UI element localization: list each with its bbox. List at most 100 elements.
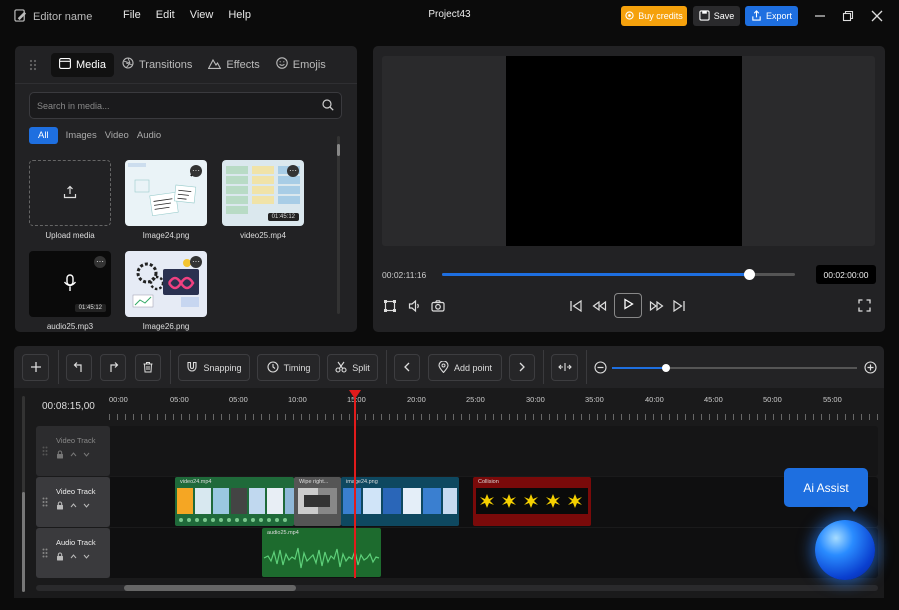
split-button[interactable]: Split xyxy=(327,354,378,381)
ai-assist-bubble[interactable]: Ai Assist xyxy=(784,468,868,507)
playhead-knob[interactable] xyxy=(744,269,756,280)
filter-video[interactable]: Video xyxy=(105,127,129,144)
drag-handle-icon[interactable] xyxy=(42,548,48,561)
chevron-left-icon xyxy=(402,362,412,374)
timing-button[interactable]: Timing xyxy=(257,354,320,381)
fast-forward-icon[interactable] xyxy=(649,299,664,313)
restore-icon[interactable] xyxy=(840,8,856,24)
tab-emojis-label: Emojis xyxy=(292,58,326,71)
track-name: Video Track xyxy=(56,436,96,445)
prev-point-button[interactable] xyxy=(394,354,420,381)
minimize-icon[interactable] xyxy=(812,8,828,24)
media-thumbnail: ··· 01:45:12 xyxy=(29,251,111,317)
media-item-video25[interactable]: ··· 01:45:12 video25.mp4 xyxy=(222,160,304,240)
timeline-area: 00:08:15,00 00:00 05:00 05:00 10:00 15:0… xyxy=(14,388,884,598)
media-item-image26[interactable]: ··· Image26.png xyxy=(125,251,207,331)
skip-forward-icon[interactable] xyxy=(672,299,686,313)
upload-dropzone[interactable] xyxy=(29,160,111,226)
clip-audio25[interactable]: audio25.mp4 xyxy=(262,528,381,577)
next-point-button[interactable] xyxy=(509,354,535,381)
zoom-slider[interactable] xyxy=(612,364,857,372)
aperture-icon xyxy=(122,57,134,72)
chevron-up-icon[interactable] xyxy=(70,554,77,561)
tab-transitions-label: Transitions xyxy=(138,58,193,71)
filter-audio[interactable]: Audio xyxy=(137,127,161,144)
chevron-down-icon[interactable] xyxy=(83,452,90,459)
skip-back-icon[interactable] xyxy=(569,299,583,313)
buy-credits-label: Buy credits xyxy=(638,11,683,21)
zoom-out-icon[interactable] xyxy=(594,361,607,374)
undo-button[interactable] xyxy=(66,354,92,381)
tab-media[interactable]: Media xyxy=(51,52,114,77)
rewind-icon[interactable] xyxy=(592,299,607,313)
more-options-icon[interactable]: ··· xyxy=(94,256,106,268)
chevron-up-icon[interactable] xyxy=(70,503,77,510)
ruler-tick-label: 10:00 xyxy=(288,395,307,404)
playback-progress-bar[interactable] xyxy=(442,269,795,280)
filter-all[interactable]: All xyxy=(29,127,58,144)
timeline-ruler[interactable]: 00:00 05:00 05:00 10:00 15:00 20:00 25:0… xyxy=(109,388,884,423)
scrollbar-thumb[interactable] xyxy=(22,492,25,592)
clip-image24[interactable]: image24.png xyxy=(341,477,459,526)
drag-handle-icon[interactable] xyxy=(15,59,51,71)
add-track-button[interactable] xyxy=(22,354,49,381)
media-search-input[interactable]: Search in media... xyxy=(29,92,342,119)
track-header-audio[interactable]: Audio Track xyxy=(36,528,110,578)
filter-images[interactable]: Images xyxy=(66,127,97,144)
lock-icon[interactable] xyxy=(56,501,64,512)
timeline-horizontal-scrollbar[interactable] xyxy=(36,585,878,591)
redo-button[interactable] xyxy=(100,354,126,381)
media-item-image24[interactable]: ··· Image24.png xyxy=(125,160,207,240)
track-lane-audio[interactable]: audio25.mp4 xyxy=(110,528,878,578)
track-header-video-1[interactable]: Video Track xyxy=(36,426,110,476)
tab-emojis[interactable]: Emojis xyxy=(268,53,334,77)
chevron-down-icon[interactable] xyxy=(83,554,90,561)
drag-handle-icon[interactable] xyxy=(42,497,48,510)
zoom-slider-knob[interactable] xyxy=(661,364,670,372)
snapping-button[interactable]: Snapping xyxy=(178,354,250,381)
tab-transitions[interactable]: Transitions xyxy=(114,53,200,77)
zoom-in-icon[interactable] xyxy=(864,361,877,374)
clip-transition[interactable]: Wipe right... xyxy=(294,477,341,526)
close-icon[interactable] xyxy=(869,8,885,24)
lock-icon[interactable] xyxy=(56,552,64,563)
scrollbar-thumb[interactable] xyxy=(124,585,296,591)
timeline-vertical-scrollbar[interactable] xyxy=(22,396,25,592)
media-item-audio25[interactable]: ··· 01:45:12 audio25.mp3 xyxy=(29,251,111,331)
export-icon xyxy=(751,9,762,23)
timeline-playhead[interactable] xyxy=(349,390,361,578)
track-header-video-2[interactable]: Video Track xyxy=(36,477,110,527)
media-item-upload[interactable]: Upload media xyxy=(29,160,111,240)
media-label: audio25.mp3 xyxy=(46,322,94,331)
more-options-icon[interactable]: ··· xyxy=(287,165,299,177)
track-lane-video-1[interactable] xyxy=(110,426,878,476)
lock-icon[interactable] xyxy=(56,450,64,461)
clip-effect-collision[interactable]: Collision xyxy=(473,477,591,526)
playhead-marker-icon[interactable] xyxy=(349,390,361,399)
ai-assist-orb-icon[interactable] xyxy=(815,520,875,580)
drag-handle-icon[interactable] xyxy=(42,446,48,459)
chevron-down-icon[interactable] xyxy=(83,503,90,510)
media-scrollbar[interactable] xyxy=(337,136,340,314)
export-button[interactable]: Export xyxy=(745,6,798,26)
microphone-icon xyxy=(63,273,77,295)
redo-icon xyxy=(107,361,119,375)
more-options-icon[interactable]: ··· xyxy=(190,256,202,268)
preview-canvas xyxy=(382,56,875,246)
delete-button[interactable] xyxy=(135,354,161,381)
fit-timeline-button[interactable] xyxy=(551,354,578,381)
save-button[interactable]: Save xyxy=(693,6,740,26)
more-options-icon[interactable]: ··· xyxy=(190,165,202,177)
track-lane-video-2[interactable]: video24.mp4 Wipe right... image24.png Co… xyxy=(110,477,878,527)
fullscreen-icon[interactable] xyxy=(858,299,871,312)
volume-icon[interactable] xyxy=(408,299,422,313)
clip-video24[interactable]: video24.mp4 xyxy=(175,477,294,526)
chevron-up-icon[interactable] xyxy=(70,452,77,459)
search-icon[interactable] xyxy=(322,98,334,113)
tab-effects[interactable]: Effects xyxy=(200,53,267,77)
buy-credits-button[interactable]: Buy credits xyxy=(621,6,687,26)
camera-icon[interactable] xyxy=(431,299,445,313)
play-button[interactable] xyxy=(614,293,642,318)
crop-icon[interactable] xyxy=(383,299,397,313)
add-point-button[interactable]: Add point xyxy=(428,354,502,381)
